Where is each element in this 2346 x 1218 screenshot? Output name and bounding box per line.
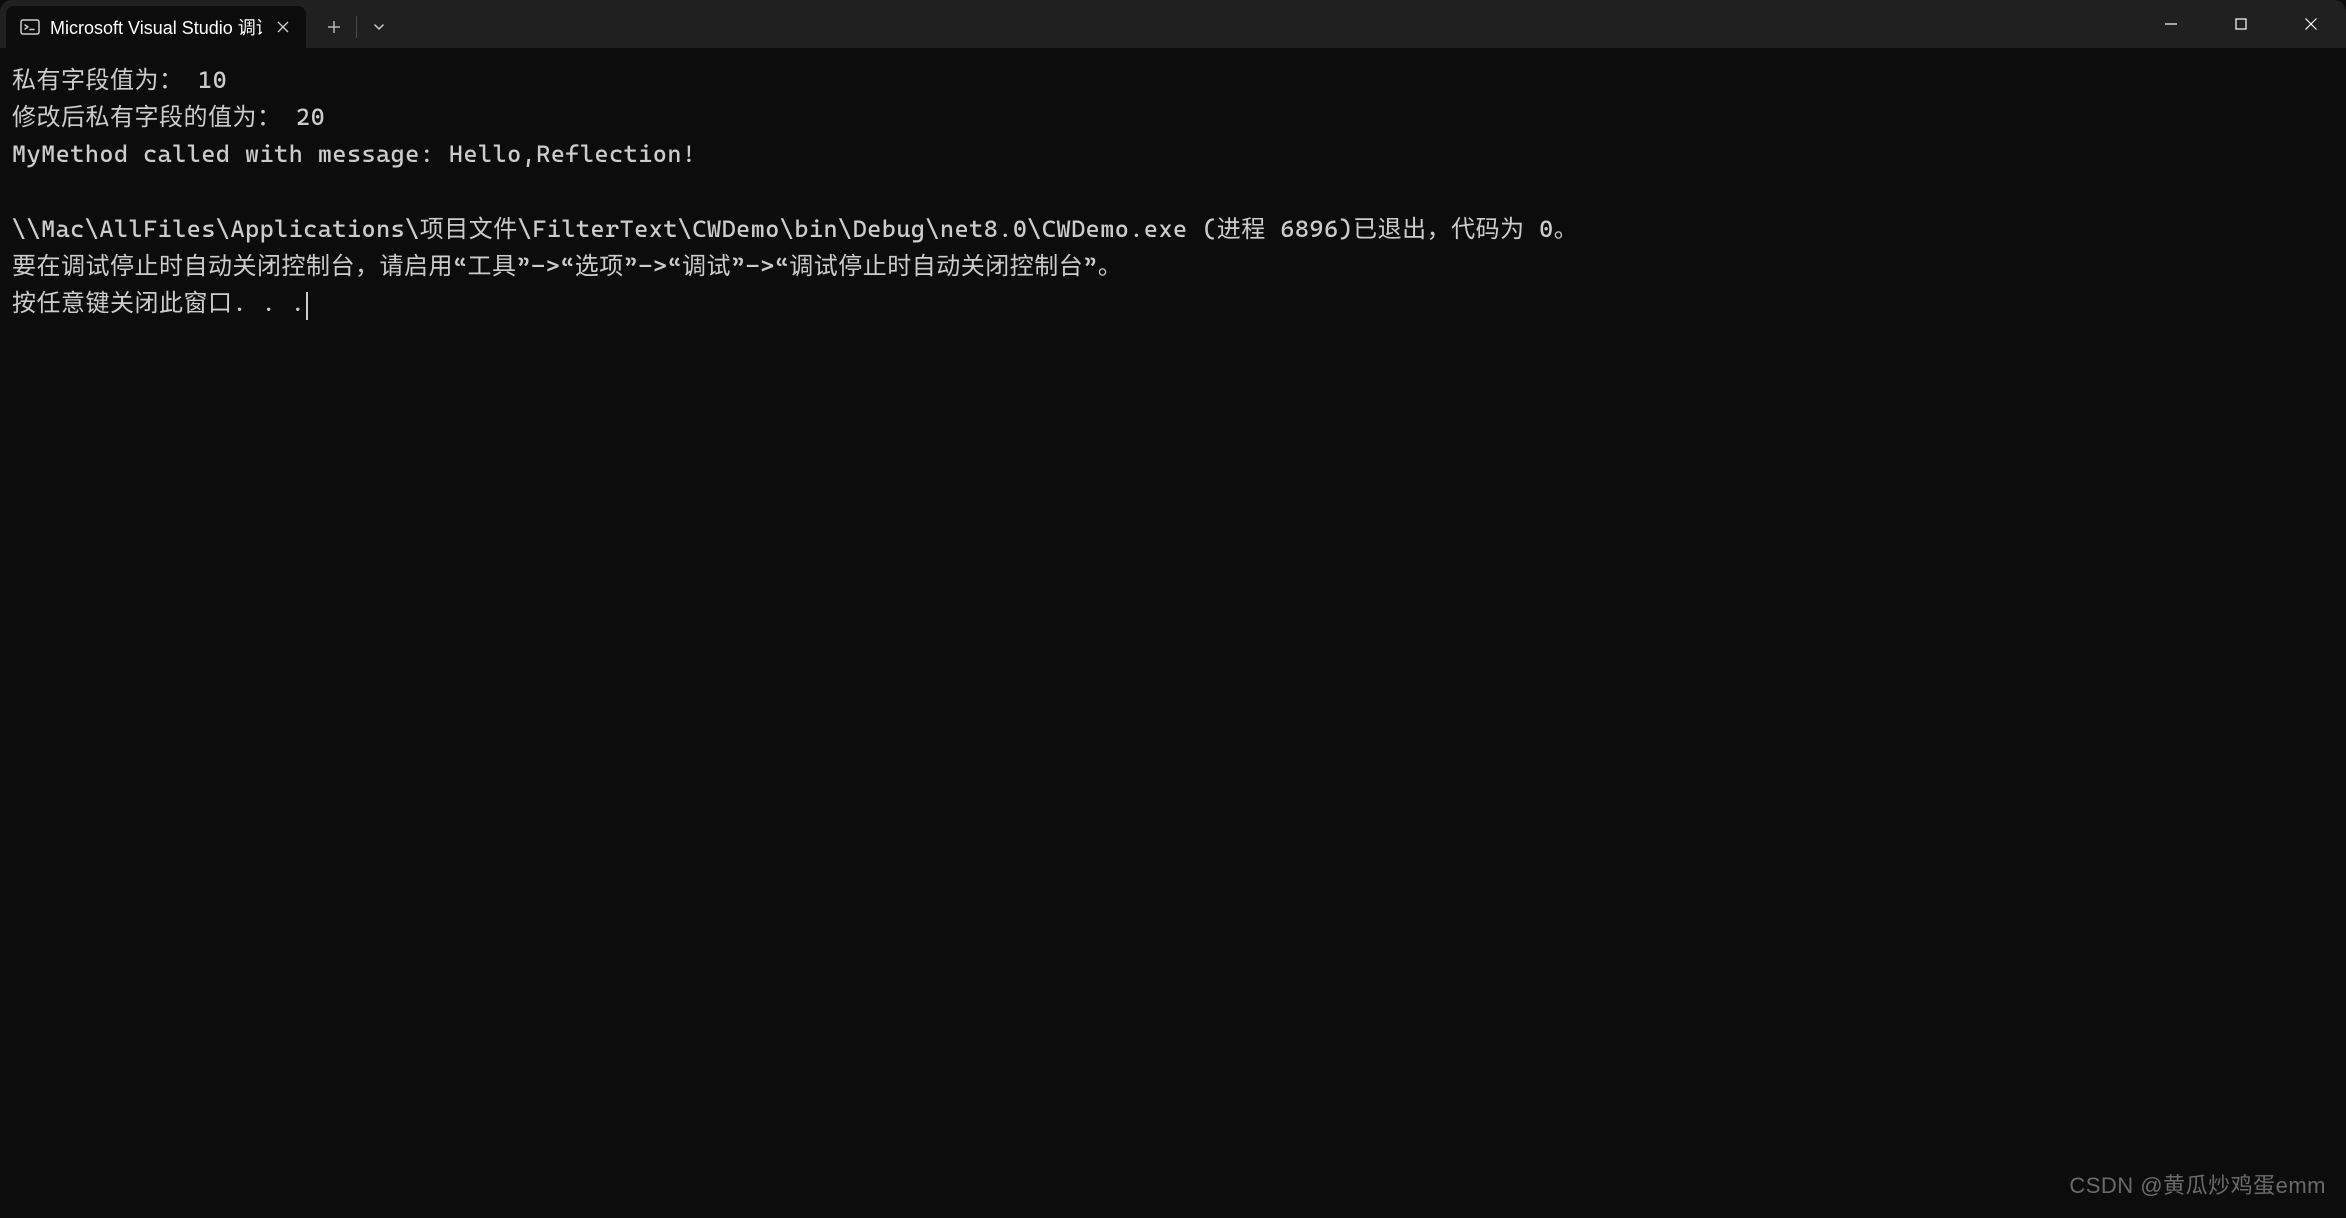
tab-close-button[interactable] <box>272 16 294 38</box>
new-tab-button[interactable] <box>314 6 354 48</box>
console-line: 要在调试停止时自动关闭控制台，请启用“工具”->“选项”->“调试”->“调试停… <box>12 252 1122 280</box>
titlebar: Microsoft Visual Studio 调试控 <box>0 0 2346 48</box>
console-line: 私有字段值为： 10 <box>12 66 227 94</box>
tab-title: Microsoft Visual Studio 调试控 <box>50 14 262 40</box>
console-line: MyMethod called with message: Hello,Refl… <box>12 140 696 168</box>
console-line: 按任意键关闭此窗口. . . <box>12 289 305 317</box>
console-line: 修改后私有字段的值为： 20 <box>12 103 325 131</box>
tab-dropdown-button[interactable] <box>359 6 399 48</box>
minimize-button[interactable] <box>2136 0 2206 48</box>
terminal-icon <box>20 17 40 37</box>
window-controls <box>2136 0 2346 48</box>
titlebar-divider <box>356 16 357 38</box>
titlebar-drag-area[interactable] <box>399 0 2136 48</box>
tab-area: Microsoft Visual Studio 调试控 <box>0 0 399 48</box>
maximize-button[interactable] <box>2206 0 2276 48</box>
console-line: \\Mac\AllFiles\Applications\项目文件\FilterT… <box>12 215 1578 243</box>
close-button[interactable] <box>2276 0 2346 48</box>
watermark: CSDN @黄瓜炒鸡蛋emm <box>2069 1168 2326 1200</box>
terminal-output[interactable]: 私有字段值为： 10 修改后私有字段的值为： 20 MyMethod calle… <box>0 48 2346 336</box>
terminal-cursor <box>306 292 308 320</box>
terminal-tab[interactable]: Microsoft Visual Studio 调试控 <box>6 6 306 48</box>
